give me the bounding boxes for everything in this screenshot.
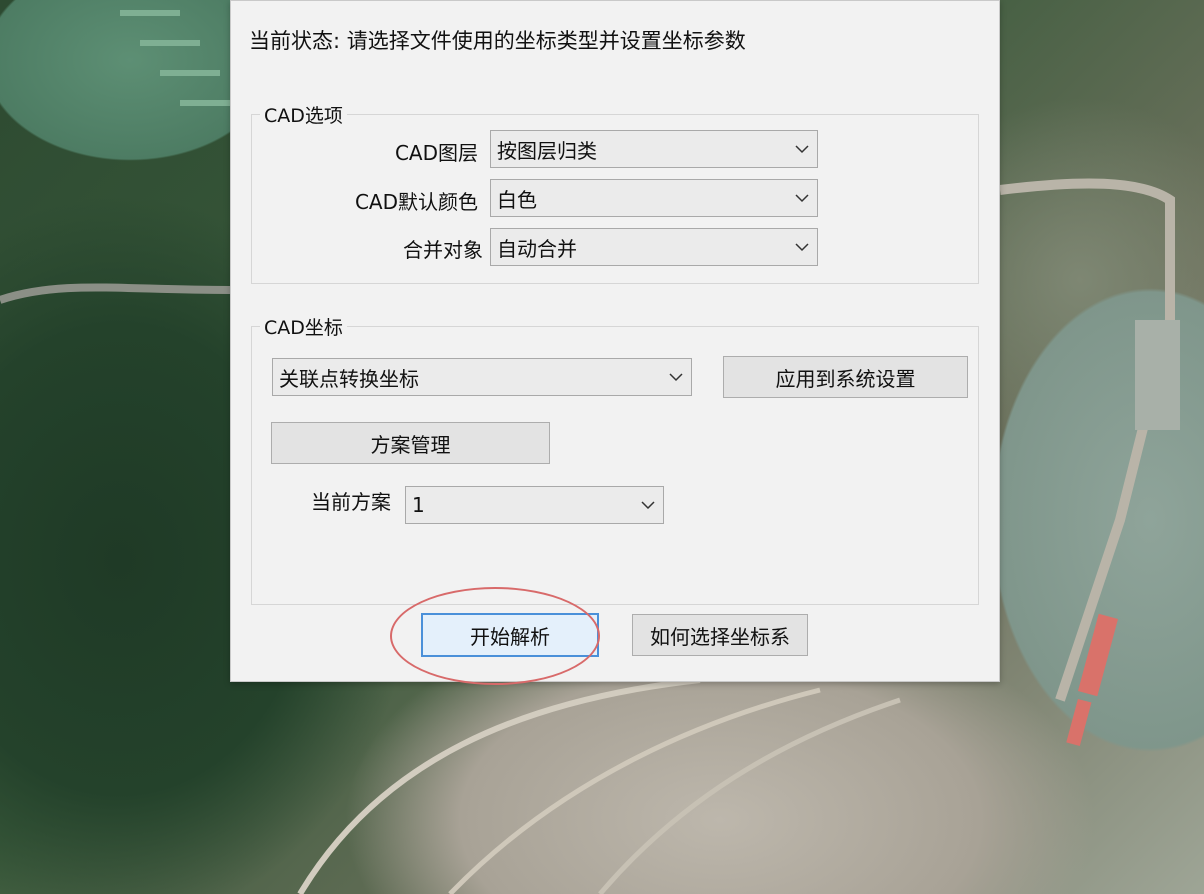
current-scheme-label: 当前方案 xyxy=(311,490,391,514)
merge-objects-value: 自动合并 xyxy=(497,236,577,261)
chevron-down-icon xyxy=(661,372,691,382)
merge-objects-select[interactable]: 自动合并 xyxy=(490,228,818,266)
coord-conversion-select[interactable]: 关联点转换坐标 xyxy=(272,358,692,396)
cad-layer-label: CAD图层 xyxy=(394,141,478,165)
cad-color-label: CAD默认颜色 xyxy=(354,190,478,214)
cad-import-dialog: 当前状态: 请选择文件使用的坐标类型并设置坐标参数 CAD选项 CAD图层 按图… xyxy=(230,0,1000,682)
chevron-down-icon xyxy=(633,500,663,510)
cad-layer-value: 按图层归类 xyxy=(497,138,597,163)
coord-conversion-value: 关联点转换坐标 xyxy=(279,366,419,391)
cad-color-value: 白色 xyxy=(497,187,537,212)
start-parse-button[interactable]: 开始解析 xyxy=(421,613,599,657)
chevron-down-icon xyxy=(787,144,817,154)
cad-coords-legend: CAD坐标 xyxy=(260,313,347,340)
scheme-management-button[interactable]: 方案管理 xyxy=(271,422,550,464)
how-to-choose-crs-button[interactable]: 如何选择坐标系 xyxy=(632,614,808,656)
chevron-down-icon xyxy=(787,193,817,203)
cad-color-select[interactable]: 白色 xyxy=(490,179,818,217)
cad-layer-select[interactable]: 按图层归类 xyxy=(490,130,818,168)
merge-objects-label: 合并对象 xyxy=(403,238,483,262)
cad-options-legend: CAD选项 xyxy=(260,101,347,128)
apply-system-settings-button[interactable]: 应用到系统设置 xyxy=(723,356,968,398)
current-scheme-select[interactable]: 1 xyxy=(405,486,664,524)
chevron-down-icon xyxy=(787,242,817,252)
current-scheme-value: 1 xyxy=(412,493,425,517)
status-text: 当前状态: 请选择文件使用的坐标类型并设置坐标参数 xyxy=(249,29,746,53)
